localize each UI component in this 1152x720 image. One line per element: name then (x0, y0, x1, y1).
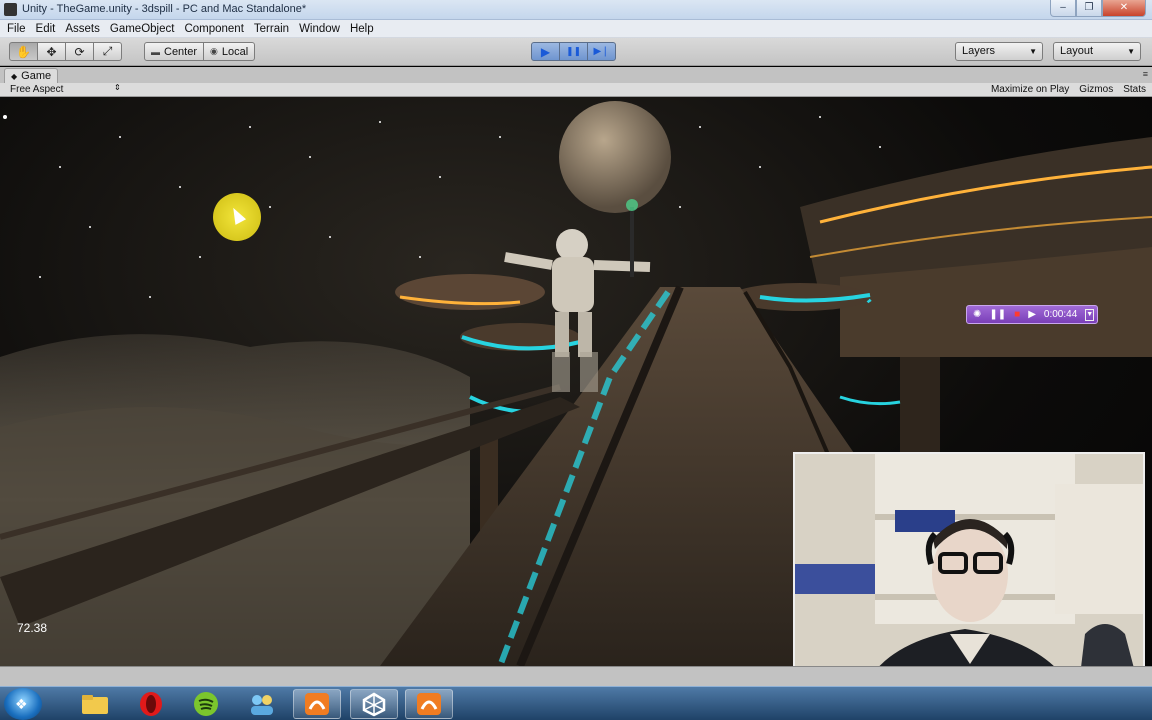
chevron-down-icon: ▼ (1127, 47, 1135, 56)
hand-icon: ✋ (16, 44, 31, 59)
taskbar-spotify[interactable] (182, 689, 230, 719)
windows-logo-icon: ❖ (15, 696, 28, 712)
taskbar-app-orange[interactable] (293, 689, 341, 719)
rotate-tool-button[interactable]: ⟳ (65, 42, 94, 61)
tab-strip: ◆ Game ≡ (0, 67, 1152, 83)
recorder-time: 0:00:44 (1043, 309, 1078, 320)
stars (3, 115, 881, 298)
space-label: Local (221, 45, 249, 58)
scale-icon: ⤢ (102, 44, 113, 58)
moon (559, 101, 671, 213)
tab-menu-icon[interactable]: ≡ (1143, 69, 1148, 79)
window-controls: – ❐ ✕ (1050, 0, 1146, 18)
pause-button[interactable]: ❚❚ (559, 42, 588, 61)
game-view[interactable]: 72.38 ✺ ❚❚ ■ ▶ 0:00:44 ▼ (0, 97, 1152, 666)
move-icon: ✥ (46, 44, 57, 59)
menu-window[interactable]: Window (294, 23, 345, 35)
aspect-dropdown[interactable]: Free Aspect (10, 84, 63, 95)
menu-gameobject[interactable]: GameObject (105, 23, 180, 35)
unity-app-icon (4, 3, 17, 16)
taskbar-unity[interactable] (350, 689, 398, 719)
hand-tool-button[interactable]: ✋ (9, 42, 38, 61)
play-button[interactable]: ▶ (531, 42, 560, 61)
spotify-icon (194, 692, 218, 716)
move-tool-button[interactable]: ✥ (37, 42, 66, 61)
menu-file[interactable]: File (2, 23, 31, 35)
game-view-toolbar: Free Aspect ⇕ Maximize on Play Gizmos St… (0, 83, 1152, 97)
layout-label: Layout (1060, 45, 1094, 57)
taskbar-explorer[interactable] (71, 689, 119, 719)
play-controls: ▶ ❚❚ ▶❘ (531, 42, 616, 61)
windows-taskbar: ❖ (0, 686, 1152, 720)
menu-terrain[interactable]: Terrain (249, 23, 294, 35)
unity-icon (362, 692, 386, 717)
pause-icon: ❚❚ (565, 46, 582, 56)
layers-label: Layers (962, 45, 996, 57)
maximize-on-play-toggle[interactable]: Maximize on Play (991, 84, 1069, 95)
fps-counter: 72.38 (17, 621, 48, 635)
recorder-play-icon[interactable]: ▶ (1028, 309, 1036, 320)
layers-dropdown[interactable]: Layers ▼ (955, 42, 1043, 61)
app-orange-icon (305, 693, 329, 715)
pivot-local-button[interactable]: ◉ Local (203, 42, 256, 61)
start-button[interactable]: ❖ (4, 688, 42, 720)
menu-edit[interactable]: Edit (31, 23, 61, 35)
play-icon: ▶ (540, 44, 551, 59)
taskbar-contacts[interactable] (238, 689, 286, 719)
recorder-logo-icon: ✺ (973, 309, 982, 320)
chevron-updown-icon: ⇕ (114, 83, 121, 92)
taskbar-app-orange-2[interactable] (405, 689, 453, 719)
game-view-options: Maximize on Play Gizmos Stats (991, 84, 1146, 95)
stats-toggle[interactable]: Stats (1123, 84, 1146, 95)
webcam-scene (795, 454, 1143, 666)
globe-icon: ◉ (210, 46, 218, 56)
transform-tools: ✋ ✥ ⟳ ⤢ (9, 42, 122, 61)
recorder-menu-icon[interactable]: ▼ (1085, 308, 1095, 321)
maximize-button[interactable]: ❐ (1076, 0, 1102, 17)
chevron-down-icon: ▼ (1029, 47, 1037, 56)
people-icon (251, 695, 273, 715)
pivot-label: Center (164, 45, 198, 58)
menu-assets[interactable]: Assets (60, 23, 105, 35)
tab-game[interactable]: ◆ Game (4, 68, 59, 83)
scale-tool-button[interactable]: ⤢ (93, 42, 122, 61)
window-title-bar: Unity - TheGame.unity - 3dspill - PC and… (0, 0, 1152, 20)
status-bar (0, 666, 1152, 686)
step-button[interactable]: ▶❘ (587, 42, 616, 61)
pivot-center-button[interactable]: ▬ Center (144, 42, 205, 61)
recorder-stop-icon[interactable]: ■ (1014, 309, 1020, 320)
app-orange-icon-2 (417, 693, 441, 715)
folder-icon (82, 695, 108, 714)
menu-help[interactable]: Help (345, 23, 379, 35)
rotate-icon: ⟳ (74, 44, 85, 59)
recorder-widget: ✺ ❚❚ ■ ▶ 0:00:44 ▼ (966, 305, 1098, 324)
pivot-toggles: ▬ Center ◉ Local (144, 42, 256, 61)
menu-bar: File Edit Assets GameObject Component Te… (0, 20, 1152, 38)
opera-icon (140, 692, 162, 716)
gizmos-toggle[interactable]: Gizmos (1079, 84, 1113, 95)
window-title: Unity - TheGame.unity - 3dspill - PC and… (22, 3, 307, 15)
recorder-pause-icon[interactable]: ❚❚ (989, 309, 1006, 320)
pivot-icon: ▬ (151, 46, 160, 57)
webcam-overlay (793, 452, 1145, 666)
minimize-button[interactable]: – (1050, 0, 1076, 17)
tab-game-label: Game (21, 70, 52, 82)
close-button[interactable]: ✕ (1102, 0, 1146, 17)
layout-dropdown[interactable]: Layout ▼ (1053, 42, 1141, 61)
taskbar-opera[interactable] (127, 689, 175, 719)
main-toolbar: ✋ ✥ ⟳ ⤢ ▬ Center ◉ Local ▶ ❚❚ ▶❘ Layers ▼ … (0, 38, 1152, 66)
game-icon: ◆ (11, 72, 18, 81)
menu-component[interactable]: Component (179, 23, 248, 35)
step-icon: ▶❘ (593, 46, 610, 57)
